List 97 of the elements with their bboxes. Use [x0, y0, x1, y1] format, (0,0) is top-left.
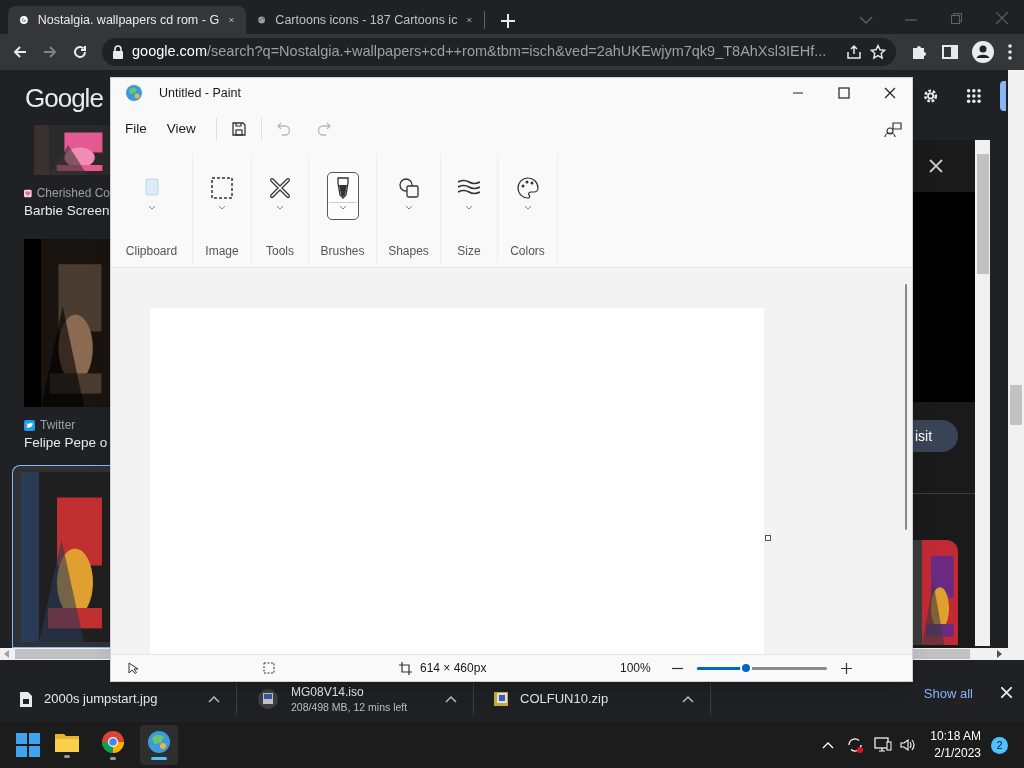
file-name: MG08V14.iso: [291, 684, 365, 699]
download-item[interactable]: MG08V14.iso 208/498 MB, 12 mins left: [237, 683, 474, 715]
zoom-in-icon[interactable]: [841, 662, 852, 674]
clock-date: 2/1/2023: [934, 745, 981, 762]
ribbon-brushes-button[interactable]: [326, 172, 359, 220]
clock-time: 10:18 AM: [930, 728, 981, 745]
ribbon-group-label: Tools: [266, 243, 294, 260]
download-item[interactable]: COLFUN10.zip: [474, 683, 711, 715]
bird-icon: [24, 419, 35, 431]
chevron-down-icon[interactable]: [859, 16, 873, 24]
menu-item[interactable]: View: [156, 114, 206, 144]
scrollbar[interactable]: [975, 140, 990, 646]
scrollbar[interactable]: [905, 284, 907, 530]
file-icon: [20, 691, 32, 707]
caret-up-icon[interactable]: [682, 695, 694, 703]
zoom-level-text: 100%: [620, 660, 652, 677]
ribbon-group-label: Image: [205, 243, 239, 260]
page-scrollbar[interactable]: [1008, 70, 1024, 648]
caret-icon: [338, 205, 347, 210]
back-icon[interactable]: [12, 44, 28, 60]
result-card[interactable]: [12, 465, 110, 648]
caret-up-icon[interactable]: [208, 695, 220, 703]
star-icon[interactable]: [870, 44, 886, 60]
google-logo: Google: [24, 81, 104, 115]
ribbon-group-label: Shapes: [388, 243, 429, 260]
file-name: 2000s jumpstart.jpg: [44, 690, 159, 709]
visit-button[interactable]: isit: [913, 420, 958, 452]
selection-icon: [263, 662, 275, 674]
maximize-icon[interactable]: [838, 87, 850, 99]
palette-icon: [516, 177, 539, 199]
share-icon[interactable]: [846, 44, 862, 60]
download-progress-text: 208/498 MB, 12 mins left: [291, 700, 409, 714]
file-name: COLFUN10.zip: [520, 690, 610, 709]
canvas-size-text: 614 × 460px: [420, 660, 488, 677]
result-title[interactable]: Felipe Pepe o: [0, 433, 110, 453]
window-title: Untitled - Paint: [159, 84, 241, 102]
close-icon[interactable]: [884, 87, 896, 99]
new-tab-icon[interactable]: [501, 14, 515, 28]
download-item[interactable]: 2000s jumpstart.jpg: [0, 683, 237, 715]
clock[interactable]: 10:18 AM 2/1/2023: [930, 728, 981, 762]
puzzle-icon[interactable]: [910, 43, 928, 61]
heart-icon: [24, 187, 32, 199]
pointer-icon: [127, 662, 139, 674]
resize-handle[interactable]: [765, 535, 771, 541]
network-icon[interactable]: [874, 737, 893, 753]
menu-icon[interactable]: [1008, 44, 1012, 60]
side-panel-icon[interactable]: [942, 44, 958, 60]
folder-icon: [55, 732, 79, 752]
forward-icon[interactable]: [42, 44, 58, 60]
zoom-slider[interactable]: [697, 662, 827, 674]
result-title[interactable]: Barbie Screen: [0, 201, 110, 221]
account-icon[interactable]: [884, 120, 902, 138]
pencil-eraser-icon: [269, 177, 291, 199]
palette-icon: [147, 730, 171, 754]
lock-icon: [112, 45, 124, 59]
paint-logo-icon: [125, 84, 143, 102]
address-bar[interactable]: google.com/search?q=Nostalgia.+wallpapers+cd++rom&tbm=isch&ved=2ahUKEwjym7qk9_T8AhXsl3IEHf...: [102, 38, 896, 66]
disc-file-icon: [257, 688, 279, 710]
volume-icon[interactable]: [900, 737, 917, 753]
caret-icon: [465, 205, 473, 210]
start-icon[interactable]: [16, 733, 40, 757]
caret-icon: [523, 205, 532, 210]
reload-icon[interactable]: [72, 44, 88, 60]
apps-icon[interactable]: [966, 87, 982, 105]
sign-in-button[interactable]: [999, 81, 1006, 111]
horizontal-scrollbar[interactable]: [0, 648, 110, 660]
caret-icon: [147, 205, 156, 210]
show-all-link[interactable]: Show all: [923, 684, 973, 704]
canvas-size-icon: [399, 661, 412, 675]
profile-icon[interactable]: [972, 41, 994, 63]
restore-icon[interactable]: [951, 13, 962, 24]
shapes-icon: [397, 177, 420, 199]
ribbon-group-label: Size: [457, 243, 481, 260]
result-source[interactable]: Cherished Co: [36, 184, 110, 202]
caret-icon: [276, 205, 284, 210]
selection-icon: [211, 177, 233, 199]
result-source[interactable]: Twitter: [40, 416, 76, 434]
browser-tab[interactable]: Nostalgia. wallpapers cd rom - G: [8, 6, 246, 34]
ribbon-group-label: Brushes: [320, 243, 365, 260]
save-icon[interactable]: [230, 121, 247, 137]
archive-file-icon: [494, 692, 508, 706]
slider-thumb[interactable]: [740, 662, 753, 674]
menu-item[interactable]: File: [115, 114, 157, 144]
chrome-icon: [101, 730, 125, 754]
caret-icon: [218, 205, 226, 210]
scroll-right-icon[interactable]: [997, 650, 1002, 658]
taskbar-app-button[interactable]: [140, 725, 178, 765]
horizontal-scrollbar[interactable]: [913, 648, 1024, 660]
sync-icon[interactable]: [846, 736, 865, 754]
caret-icon: [404, 205, 413, 210]
caret-up-icon[interactable]: [445, 695, 457, 703]
url-text: google.com/search?q=Nostalgia.+wallpapers+cd++rom&tbm=isch&ved=2ahUKEwjym7qk9_T8AhXsl3IEHf...: [132, 42, 828, 62]
ribbon-group-label: Clipboard: [125, 243, 178, 260]
ribbon-group-label: Colors: [510, 243, 545, 260]
tab-title: Nostalgia. wallpapers cd rom - G: [37, 11, 220, 29]
tab-title: Cartoons icons - 187 Cartoons ic: [275, 11, 458, 29]
notification-badge[interactable]: 2: [991, 736, 1008, 754]
